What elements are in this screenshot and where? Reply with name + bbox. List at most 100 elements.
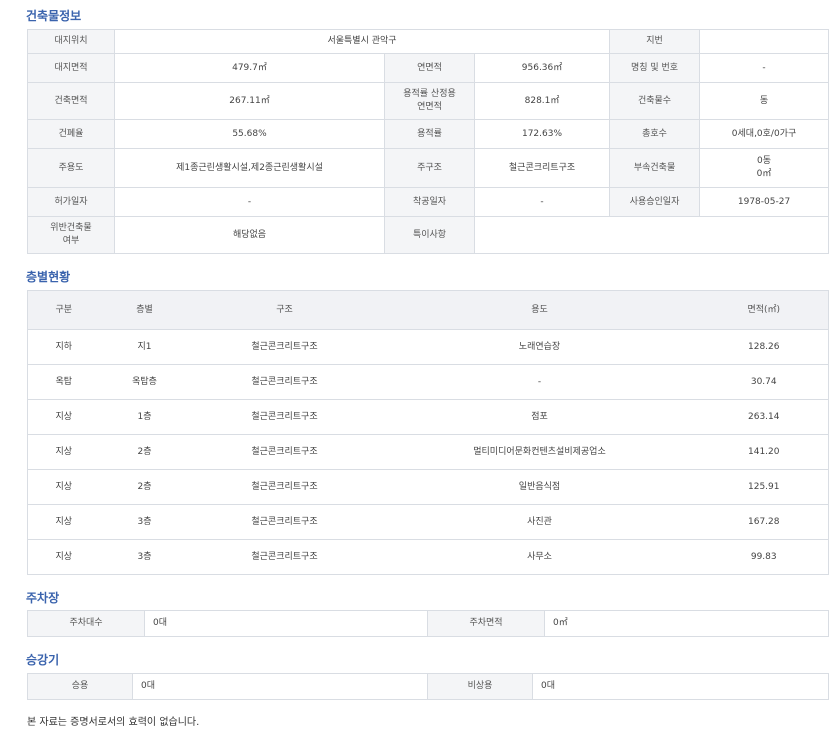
table-row: 옥탑 옥탑층 철근콘크리트구조 - 30.74 [27, 364, 829, 400]
table-row: 지상 2층 철근콘크리트구조 일반음식점 125.91 [27, 469, 829, 505]
parking-area-label: 주차면적 [427, 610, 545, 637]
floor-type: 지상 [27, 434, 100, 470]
building-area-value: 267.11㎡ [114, 82, 385, 120]
parking-count-label: 주차대수 [27, 610, 145, 637]
violation-label-line2: 여부 [62, 236, 80, 246]
floor-structure: 철근콘크리트구조 [189, 329, 380, 365]
floor-type: 옥탑 [27, 364, 100, 400]
floor-number: 1층 [99, 399, 190, 435]
elevator-passenger-label: 승용 [27, 673, 133, 700]
building-name-value: - [699, 53, 830, 83]
table-row: 지상 1층 철근콘크리트구조 점포 263.14 [27, 399, 829, 435]
coverage-value: 55.68% [114, 119, 385, 149]
floors-header-floor: 층별 [99, 290, 190, 330]
parking-title: 주차장 [26, 591, 60, 605]
floor-area: 30.74 [699, 364, 829, 400]
floors-table: 구분 층별 구조 용도 면적(㎡) 지하 지1 철근콘크리트구조 노래연습장 1… [27, 290, 829, 575]
start-date-label: 착공일자 [384, 187, 475, 217]
building-info-title: 건축물정보 [26, 9, 82, 23]
floor-area: 167.28 [699, 504, 829, 540]
approval-date-label: 사용승인일자 [609, 187, 701, 217]
floor-type: 지상 [27, 469, 100, 505]
violation-label: 위반건축물 여부 [27, 216, 115, 254]
main-structure-label: 주구조 [384, 148, 475, 188]
permit-date-value: - [114, 187, 385, 217]
floor-type: 지하 [27, 329, 100, 365]
far-floor-area-value: 828.1㎡ [473, 82, 611, 120]
households-value: 0세대,0호/0가구 [699, 119, 830, 149]
households-label: 총호수 [609, 119, 701, 149]
floor-structure: 철근콘크리트구조 [189, 434, 380, 470]
floor-number: 지1 [99, 329, 190, 365]
elevator-passenger-value: 0대 [132, 673, 428, 700]
floors-header-structure: 구조 [189, 290, 380, 330]
table-row: 지상 2층 철근콘크리트구조 멀티미디어문화컨텐츠설비제공업소 141.20 [27, 434, 829, 470]
floor-structure: 철근콘크리트구조 [189, 539, 380, 575]
site-area-value: 479.7㎡ [114, 53, 385, 83]
floors-header-type: 구분 [27, 290, 100, 330]
remarks-label: 특이사항 [384, 216, 475, 254]
far-value: 172.63% [473, 119, 611, 149]
total-floor-area-value: 956.36㎡ [473, 53, 611, 83]
floor-use: - [379, 364, 700, 400]
floor-number: 2층 [99, 434, 190, 470]
far-floor-area-label-line1: 용적률 산정용 [403, 89, 456, 99]
annex-label: 부속건축물 [609, 148, 701, 188]
table-row: 지상 3층 철근콘크리트구조 사진관 167.28 [27, 504, 829, 540]
lot-number-value [699, 29, 830, 54]
annex-count: 0동 [757, 156, 772, 166]
floor-area: 141.20 [699, 434, 829, 470]
floor-area: 99.83 [699, 539, 829, 575]
floors-header-use: 용도 [379, 290, 700, 330]
floor-use: 노래연습장 [379, 329, 700, 365]
annex-value: 0동 0㎡ [699, 148, 830, 188]
permit-date-label: 허가일자 [27, 187, 115, 217]
floor-number: 3층 [99, 539, 190, 575]
floor-use: 점포 [379, 399, 700, 435]
main-use-value: 제1종근린생활시설,제2종근린생활시설 [114, 148, 385, 188]
elevator-emergency-value: 0대 [532, 673, 829, 700]
floor-structure: 철근콘크리트구조 [189, 364, 380, 400]
parking-table: 주차대수 0대 주차면적 0㎡ [27, 610, 829, 637]
floor-area: 125.91 [699, 469, 829, 505]
lot-number-label: 지번 [609, 29, 701, 54]
floor-structure: 철근콘크리트구조 [189, 399, 380, 435]
floors-header-area: 면적(㎡) [699, 290, 829, 330]
site-location-label: 대지위치 [27, 29, 115, 54]
floor-number: 2층 [99, 469, 190, 505]
elevator-table: 승용 0대 비상용 0대 [27, 673, 829, 700]
floor-type: 지상 [27, 399, 100, 435]
parking-count-value: 0대 [144, 610, 428, 637]
violation-label-line1: 위반건축물 [50, 223, 92, 233]
floors-title: 층별현황 [26, 270, 71, 284]
floor-area: 263.14 [699, 399, 829, 435]
far-floor-area-label: 용적률 산정용 연면적 [384, 82, 475, 120]
table-row: 지상 3층 철근콘크리트구조 사무소 99.83 [27, 539, 829, 575]
main-structure-value: 철근콘크리트구조 [473, 148, 611, 188]
violation-value: 해당없음 [114, 216, 385, 254]
elevator-title: 승강기 [26, 653, 60, 667]
site-area-label: 대지면적 [27, 53, 115, 83]
floor-number: 옥탑층 [99, 364, 190, 400]
floor-structure: 철근콘크리트구조 [189, 469, 380, 505]
far-label: 용적률 [384, 119, 475, 149]
floor-use: 멀티미디어문화컨텐츠설비제공업소 [379, 434, 700, 470]
far-floor-area-label-line2: 연면적 [417, 102, 442, 112]
total-floor-area-label: 연면적 [384, 53, 475, 83]
building-area-label: 건축면적 [27, 82, 115, 120]
floor-use: 사진관 [379, 504, 700, 540]
floor-structure: 철근콘크리트구조 [189, 504, 380, 540]
disclaimer-text: 본 자료는 증명서로서의 효력이 없습니다. [27, 717, 200, 728]
floor-type: 지상 [27, 539, 100, 575]
building-info-table: 대지위치 서울특별시 관악구 지번 대지면적 479.7㎡ 연면적 956.36… [27, 29, 830, 254]
main-use-label: 주용도 [27, 148, 115, 188]
floor-area: 128.26 [699, 329, 829, 365]
coverage-label: 건폐율 [27, 119, 115, 149]
floor-type: 지상 [27, 504, 100, 540]
building-name-label: 명칭 및 번호 [609, 53, 701, 83]
floor-number: 3층 [99, 504, 190, 540]
building-count-label: 건축물수 [609, 82, 701, 120]
site-location-value: 서울특별시 관악구 [113, 29, 611, 54]
floor-use: 일반음식점 [379, 469, 700, 505]
approval-date-value: 1978-05-27 [699, 187, 830, 217]
